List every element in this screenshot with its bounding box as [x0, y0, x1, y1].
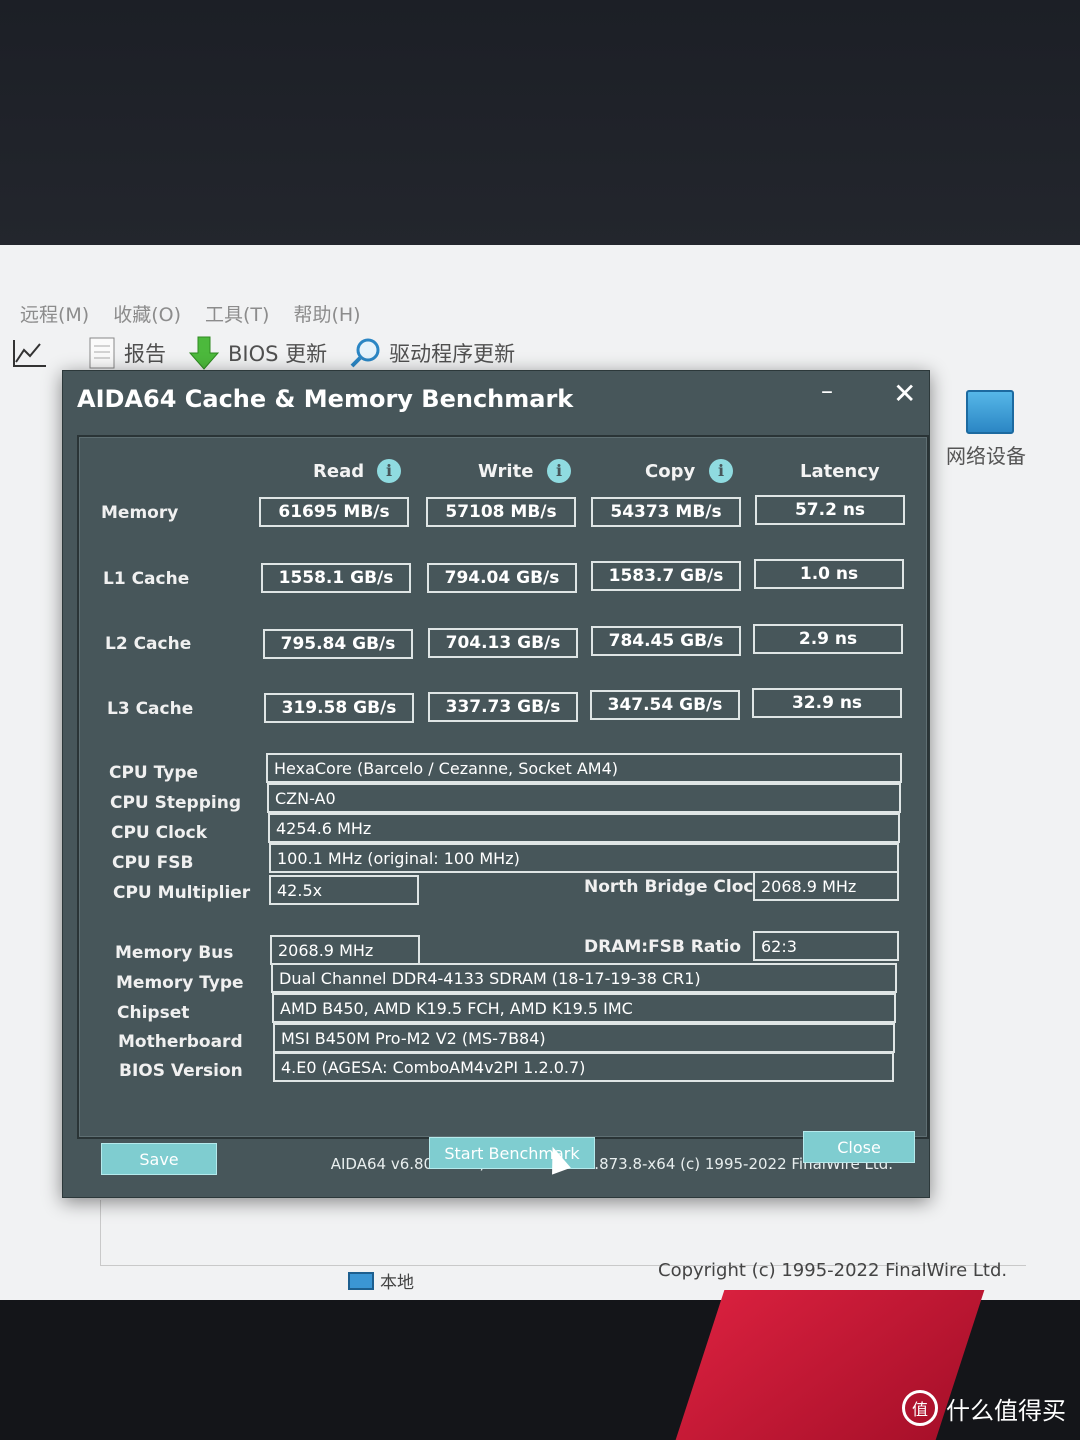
driver-update-button[interactable]: 驱动程序更新	[349, 337, 515, 369]
memory-bus-label: Memory Bus	[115, 943, 234, 963]
col-latency: Latency	[800, 461, 880, 482]
bios-label: BIOS Version	[119, 1061, 243, 1081]
bios-update-label: BIOS 更新	[228, 342, 328, 366]
col-copy: Copy	[645, 461, 696, 482]
cpu-stepping-label: CPU Stepping	[110, 793, 241, 813]
watermark-logo-icon: 值	[902, 1390, 938, 1426]
chart-icon	[13, 340, 46, 367]
memory-write: 57108 MB/s	[426, 497, 576, 527]
status-local-label: 本地	[380, 1273, 414, 1293]
cpu-type-label: CPU Type	[109, 763, 199, 783]
l3-write: 337.73 GB/s	[428, 692, 578, 722]
l2-write: 704.13 GB/s	[428, 628, 578, 658]
cpu-multiplier-value: 42.5x	[269, 875, 419, 905]
report-label: 报告	[124, 342, 166, 366]
download-arrow-icon	[188, 336, 220, 370]
dram-fsb-label: DRAM:FSB Ratio	[584, 937, 742, 957]
bios-value: 4.E0 (AGESA: ComboAM4v2PI 1.2.0.7)	[273, 1052, 894, 1082]
magnifier-icon	[350, 338, 380, 368]
toolbar: 报告 BIOS 更新 驱动程序更新	[12, 335, 537, 371]
row-label: L1 Cache	[103, 569, 190, 589]
network-devices-item[interactable]: 网络设备	[946, 390, 1056, 469]
benchmark-dialog: AIDA64 Cache & Memory Benchmark – ✕ Read…	[62, 370, 930, 1198]
save-button[interactable]: Save	[101, 1143, 217, 1175]
start-benchmark-button[interactable]: Start Benchmark	[429, 1137, 595, 1169]
chipset-value: AMD B450, AMD K19.5 FCH, AMD K19.5 IMC	[272, 993, 896, 1023]
cpu-type-value: HexaCore (Barcelo / Cezanne, Socket AM4)	[266, 753, 902, 783]
l2-read: 795.84 GB/s	[263, 629, 413, 659]
cpu-clock-label: CPU Clock	[111, 823, 208, 843]
chart-button[interactable]	[12, 338, 48, 368]
nb-clock-label: North Bridge Clock	[584, 877, 765, 897]
bios-update-button[interactable]: BIOS 更新	[188, 335, 327, 371]
memory-latency: 57.2 ns	[755, 495, 905, 525]
copy-info-icon[interactable]: i	[709, 459, 733, 483]
l3-latency: 32.9 ns	[752, 688, 902, 718]
document-icon	[89, 337, 115, 369]
results-panel: Read i Write i Copy i Latency Memory 616…	[77, 435, 929, 1173]
l3-read: 319.58 GB/s	[264, 693, 414, 723]
write-info-icon[interactable]: i	[547, 459, 571, 483]
l1-latency: 1.0 ns	[754, 559, 904, 589]
network-devices-label: 网络设备	[946, 444, 1026, 468]
watermark: 值 什么值得买	[902, 1390, 1066, 1426]
cpu-stepping-value: CZN-A0	[267, 783, 901, 813]
nb-clock-value: 2068.9 MHz	[753, 871, 899, 901]
l2-copy: 784.45 GB/s	[591, 626, 741, 656]
l2-latency: 2.9 ns	[753, 624, 903, 654]
col-write: Write	[478, 461, 534, 482]
dram-fsb-value: 62:3	[753, 931, 899, 961]
computer-icon	[348, 1271, 374, 1290]
row-label: L3 Cache	[107, 699, 194, 719]
menu-tools[interactable]: 工具(T)	[205, 300, 269, 327]
save-label: Save	[139, 1149, 179, 1169]
menu-favorites[interactable]: 收藏(O)	[113, 300, 181, 327]
dialog-close-x-button[interactable]: ✕	[893, 377, 916, 410]
memory-bus-value: 2068.9 MHz	[270, 935, 420, 965]
cpu-fsb-label: CPU FSB	[112, 853, 194, 873]
close-button[interactable]: Close	[803, 1131, 915, 1163]
l1-copy: 1583.7 GB/s	[591, 561, 741, 591]
driver-update-label: 驱动程序更新	[389, 342, 516, 366]
memory-type-label: Memory Type	[116, 973, 244, 993]
background-top	[0, 0, 1080, 245]
memory-type-value: Dual Channel DDR4-4133 SDRAM (18-17-19-3…	[271, 963, 897, 993]
network-icon	[966, 390, 1014, 434]
cpu-clock-value: 4254.6 MHz	[268, 813, 900, 843]
status-bar	[100, 1200, 1026, 1266]
dialog-title: AIDA64 Cache & Memory Benchmark	[77, 385, 574, 413]
watermark-text: 什么值得买	[946, 1396, 1066, 1425]
close-label: Close	[837, 1137, 881, 1157]
motherboard-value: MSI B450M Pro-M2 V2 (MS-7B84)	[273, 1023, 895, 1053]
l1-write: 794.04 GB/s	[427, 563, 577, 593]
cpu-fsb-value: 100.1 MHz (original: 100 MHz)	[269, 843, 899, 873]
memory-read: 61695 MB/s	[259, 497, 409, 527]
memory-copy: 54373 MB/s	[591, 497, 741, 527]
chipset-label: Chipset	[117, 1003, 190, 1023]
minimize-button[interactable]: –	[821, 377, 833, 405]
menu-remote[interactable]: 远程(M)	[20, 300, 89, 327]
col-read: Read	[313, 461, 365, 482]
row-label: Memory	[101, 503, 179, 523]
menu-bar: 远程(M) 收藏(O) 工具(T) 帮助(H)	[20, 300, 361, 327]
menu-help[interactable]: 帮助(H)	[293, 300, 360, 327]
l3-copy: 347.54 GB/s	[590, 690, 740, 720]
report-button[interactable]: 报告	[88, 336, 166, 370]
cpu-multiplier-label: CPU Multiplier	[113, 883, 251, 903]
l1-read: 1558.1 GB/s	[261, 563, 411, 593]
read-info-icon[interactable]: i	[377, 459, 401, 483]
status-copyright: Copyright (c) 1995-2022 FinalWire Ltd.	[658, 1260, 1008, 1281]
row-label: L2 Cache	[105, 634, 192, 654]
status-local: 本地	[348, 1268, 414, 1293]
motherboard-label: Motherboard	[118, 1032, 243, 1052]
